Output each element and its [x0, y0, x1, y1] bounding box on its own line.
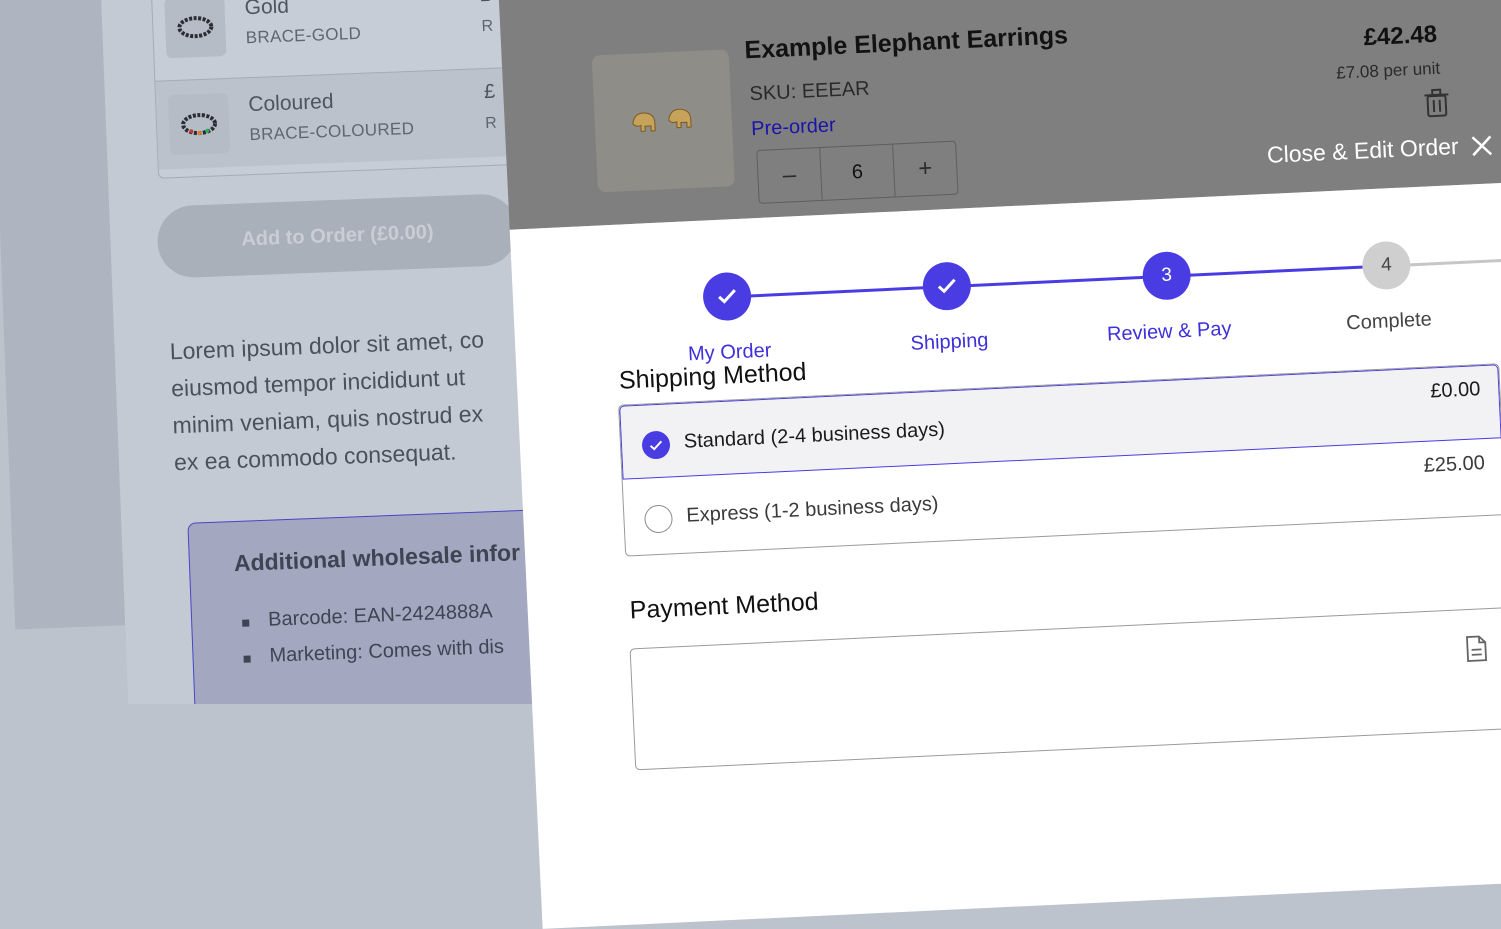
- variant-code: R: [481, 18, 493, 36]
- close-edit-order-label: Close & Edit Order: [1266, 133, 1459, 169]
- variant-name: Gold: [244, 0, 289, 20]
- shipping-option-price: £0.00: [1430, 378, 1481, 403]
- step-complete-label: Complete: [1346, 308, 1433, 335]
- cart-item-name: Example Elephant Earrings: [744, 21, 1069, 65]
- radio-selected-icon[interactable]: [641, 430, 670, 459]
- shipping-option-price: £25.00: [1423, 452, 1485, 478]
- document-icon: [1465, 634, 1488, 663]
- bullet-icon: [244, 656, 251, 663]
- cart-item-sku: SKU: EEEAR: [749, 78, 870, 107]
- product-image: [592, 49, 735, 192]
- checkout-modal: Example Elephant Earrings SKU: EEEAR Pre…: [497, 0, 1501, 859]
- wholesale-info-list: Barcode: EAN-2424888A Marketing: Comes w…: [236, 600, 505, 682]
- decrement-button[interactable]: –: [757, 148, 821, 203]
- radio-unselected-icon[interactable]: [644, 504, 673, 533]
- variant-sku: BRACE-GOLD: [245, 24, 361, 48]
- variant-price: £: [480, 0, 492, 7]
- quantity-stepper: – 6 +: [756, 141, 958, 204]
- shipping-option-label: Express (1-2 business days): [686, 493, 939, 528]
- close-icon: [1470, 134, 1493, 157]
- variant-name: Coloured: [248, 90, 334, 117]
- list-item-text: Barcode: EAN-2424888A: [268, 600, 493, 631]
- check-icon: [936, 278, 957, 295]
- cart-item-total: £42.48: [1363, 21, 1438, 52]
- add-to-order-button[interactable]: Add to Order (£0.00): [156, 193, 518, 279]
- trash-icon[interactable]: [1422, 87, 1451, 118]
- cart-item-unit-price: £7.08 per unit: [1336, 59, 1441, 84]
- close-edit-order-button[interactable]: Close & Edit Order: [1266, 131, 1493, 169]
- shipping-option-label: Standard (2-4 business days): [683, 418, 945, 453]
- variant-sku: BRACE-COLOURED: [249, 119, 414, 145]
- variant-price: £: [484, 81, 496, 104]
- variant-code: R: [485, 115, 497, 133]
- preorder-label: Pre-order: [751, 114, 836, 141]
- bracelet-thumbnail: [168, 93, 230, 155]
- bracelet-thumbnail: [164, 0, 226, 58]
- quantity-input[interactable]: 6: [819, 145, 895, 200]
- wholesale-info-title: Additional wholesale infor: [233, 539, 520, 577]
- step-shipping-label[interactable]: Shipping: [910, 329, 989, 356]
- increment-button[interactable]: +: [893, 142, 957, 197]
- check-icon: [717, 288, 738, 305]
- bullet-icon: [242, 620, 249, 627]
